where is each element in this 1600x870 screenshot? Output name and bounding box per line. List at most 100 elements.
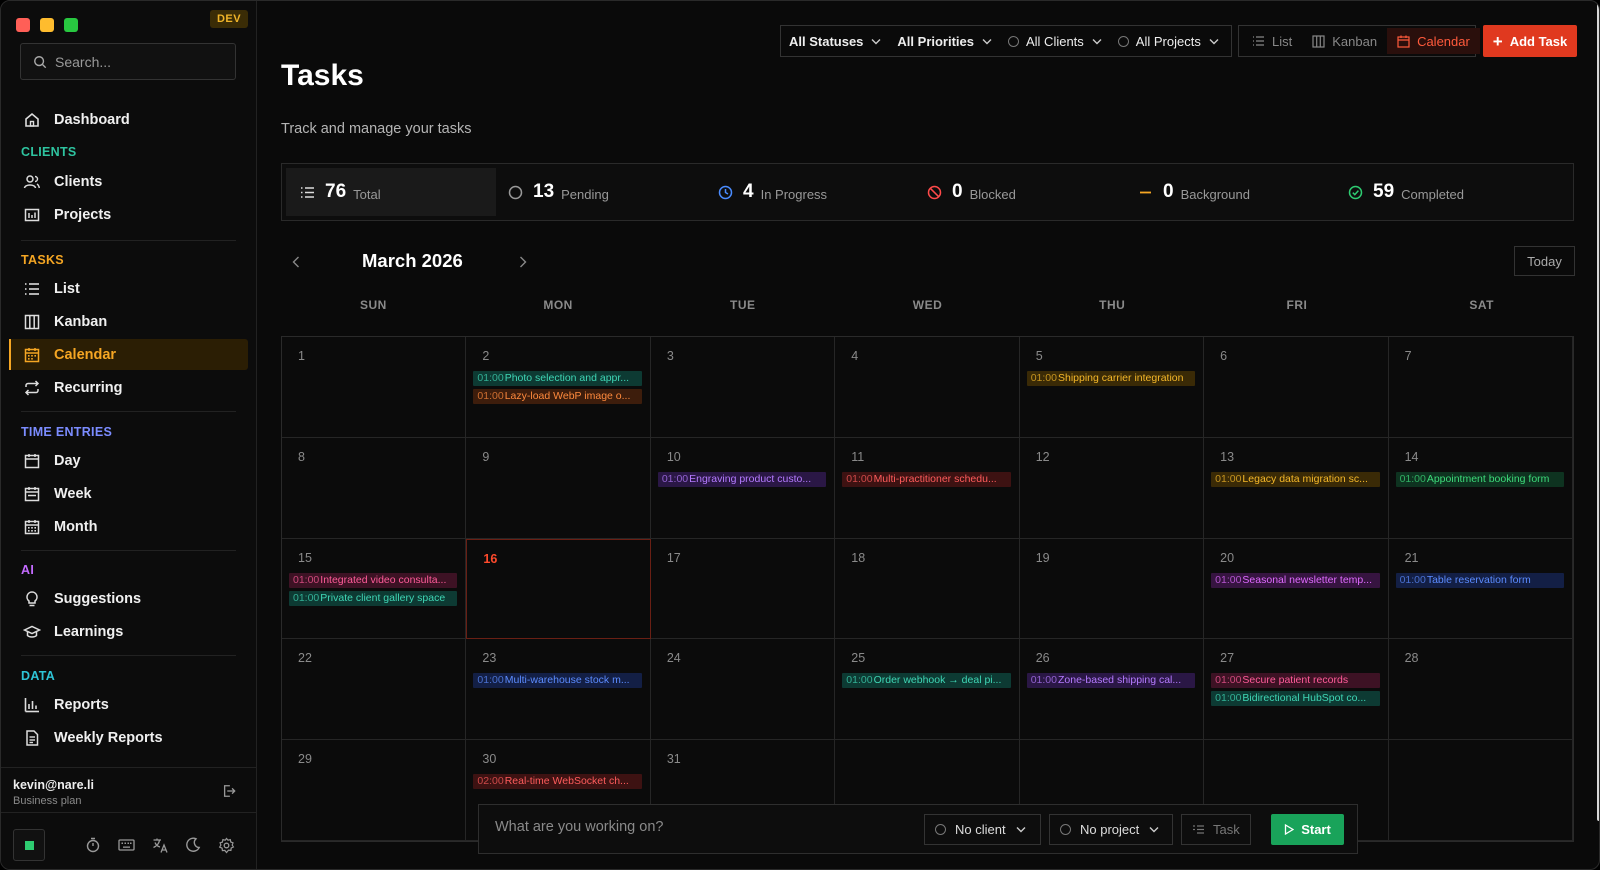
- task-select[interactable]: Task: [1181, 814, 1251, 845]
- close-window-button[interactable]: [16, 18, 30, 32]
- calendar-day-cell[interactable]: 24: [650, 639, 836, 741]
- calendar-day-cell[interactable]: 10 01:00Engraving product custo...: [650, 437, 836, 539]
- calendar-event[interactable]: 01:00Appointment booking form: [1395, 471, 1564, 487]
- translate-icon[interactable]: [151, 836, 169, 854]
- nav-calendar[interactable]: Calendar: [9, 339, 248, 370]
- calendar-event[interactable]: 01:00Lazy-load WebP image o...: [473, 389, 642, 404]
- maximize-window-button[interactable]: [64, 18, 78, 32]
- calendar-day-cell[interactable]: [1388, 740, 1573, 841]
- calendar-event[interactable]: 01:00Seasonal newsletter temp...: [1211, 572, 1380, 588]
- calendar-day-cell[interactable]: 26 01:00Zone-based shipping cal...: [1019, 639, 1205, 741]
- minimize-window-button[interactable]: [40, 18, 54, 32]
- stat-completed[interactable]: 59 Completed: [1348, 168, 1464, 216]
- client-select[interactable]: No client: [924, 814, 1041, 845]
- view-calendar-button[interactable]: Calendar: [1387, 28, 1480, 54]
- nav-projects[interactable]: Projects: [9, 199, 248, 230]
- event-title: Secure patient records: [1242, 674, 1349, 687]
- calendar-day-cell[interactable]: 5 01:00Shipping carrier integration: [1019, 337, 1205, 438]
- nav-list[interactable]: List: [9, 273, 248, 304]
- calendar-event[interactable]: 01:00Table reservation form: [1395, 572, 1564, 588]
- nav-reports[interactable]: Reports: [9, 689, 248, 720]
- calendar-icon: [1397, 35, 1410, 48]
- stat-total[interactable]: 76 Total: [286, 168, 496, 216]
- calendar-day-cell[interactable]: 3: [650, 337, 836, 438]
- calendar-day-cell[interactable]: 4: [835, 337, 1020, 438]
- day-number: 14: [1404, 449, 1419, 464]
- calendar-day-cell[interactable]: 27 01:00Secure patient records 01:00Bidire…: [1204, 639, 1389, 741]
- client-filter[interactable]: All Clients: [1000, 26, 1110, 56]
- calendar-day-cell[interactable]: 20 01:00Seasonal newsletter temp...: [1204, 538, 1389, 640]
- stat-pending[interactable]: 13 Pending: [508, 168, 609, 216]
- calendar-day-cell[interactable]: 16: [466, 538, 651, 640]
- calendar-day-cell[interactable]: 25 01:00Order webhook → deal pi...: [835, 639, 1020, 741]
- next-month-button[interactable]: [512, 251, 534, 273]
- calendar-day-cell[interactable]: 2 01:00Photo selection and appr... 01:00La…: [466, 337, 651, 438]
- start-timer-button[interactable]: Start: [1271, 814, 1344, 845]
- stat-background[interactable]: 0 Background: [1138, 168, 1250, 216]
- calendar-day-cell[interactable]: 13 01:00Legacy data migration sc...: [1204, 437, 1389, 539]
- calendar-event[interactable]: 01:00Shipping carrier integration: [1026, 371, 1196, 386]
- nav-dashboard[interactable]: Dashboard: [9, 104, 248, 135]
- calendar-event[interactable]: 01:00Photo selection and appr...: [473, 371, 642, 386]
- priority-filter[interactable]: All Priorities: [889, 26, 1000, 56]
- search-input[interactable]: [55, 53, 225, 70]
- calendar-event[interactable]: 01:00Order webhook → deal pi...: [842, 673, 1011, 689]
- app-window: DEV Dashboard CLIENTS Clients Projects T…: [0, 0, 1600, 870]
- calendar-day-cell[interactable]: 23 01:00Multi-warehouse stock m...: [466, 639, 651, 741]
- calendar-day-cell[interactable]: 28: [1388, 639, 1573, 741]
- divider: [21, 655, 236, 656]
- project-select[interactable]: No project: [1049, 814, 1173, 845]
- logout-icon[interactable]: [222, 784, 236, 803]
- gear-icon[interactable]: [217, 836, 235, 854]
- calendar-event[interactable]: 01:00Secure patient records: [1211, 673, 1380, 689]
- stat-in-progress[interactable]: 4 In Progress: [718, 168, 827, 216]
- calendar-day-cell[interactable]: 17: [650, 538, 836, 640]
- keyboard-icon[interactable]: [117, 836, 135, 854]
- calendar-event[interactable]: 01:00Legacy data migration sc...: [1211, 471, 1380, 487]
- calendar-day-cell[interactable]: 9: [466, 437, 651, 539]
- calendar-event[interactable]: 01:00Bidirectional HubSpot co...: [1211, 691, 1380, 707]
- today-button[interactable]: Today: [1514, 246, 1575, 276]
- nav-clients[interactable]: Clients: [9, 166, 248, 197]
- calendar-day-cell[interactable]: 21 01:00Table reservation form: [1388, 538, 1573, 640]
- calendar-event[interactable]: 01:00Multi-warehouse stock m...: [473, 673, 642, 689]
- calendar-day-cell[interactable]: 6: [1204, 337, 1389, 438]
- view-list-button[interactable]: List: [1242, 28, 1302, 54]
- calendar-day-cell[interactable]: 12: [1019, 437, 1205, 539]
- calendar-event[interactable]: 02:00Real-time WebSocket ch...: [473, 774, 642, 790]
- calendar-day-cell[interactable]: 15 01:00Integrated video consulta... 01:00…: [282, 538, 467, 640]
- calendar-event[interactable]: 01:00Private client gallery space: [289, 590, 458, 606]
- calendar-event[interactable]: 01:00Engraving product custo...: [657, 471, 827, 487]
- nav-learnings[interactable]: Learnings: [9, 616, 248, 647]
- moon-icon[interactable]: [184, 836, 202, 854]
- timer-icon[interactable]: [84, 836, 102, 854]
- calendar-day-cell[interactable]: 1: [282, 337, 467, 438]
- nav-recurring[interactable]: Recurring: [9, 372, 248, 403]
- search-box[interactable]: [20, 43, 236, 80]
- calendar-event[interactable]: 01:00Integrated video consulta...: [289, 572, 458, 588]
- calendar-event[interactable]: 01:00Zone-based shipping cal...: [1026, 673, 1196, 689]
- calendar-day-cell[interactable]: 8: [282, 437, 467, 539]
- nav-weekly-reports[interactable]: Weekly Reports: [9, 722, 248, 753]
- calendar-day-cell[interactable]: 11 01:00Multi-practitioner schedu...: [835, 437, 1020, 539]
- nav-month[interactable]: Month: [9, 511, 248, 542]
- calendar-day-cell[interactable]: 29: [282, 740, 467, 841]
- calendar-day-cell[interactable]: 7: [1388, 337, 1573, 438]
- prev-month-button[interactable]: [285, 251, 307, 273]
- calendar-day-cell[interactable]: 19: [1019, 538, 1205, 640]
- calendar-day-cell[interactable]: 14 01:00Appointment booking form: [1388, 437, 1573, 539]
- nav-kanban[interactable]: Kanban: [9, 306, 248, 337]
- task-description-input[interactable]: [495, 819, 915, 835]
- calendar-event[interactable]: 01:00Multi-practitioner schedu...: [842, 471, 1011, 487]
- status-filter[interactable]: All Statuses: [781, 26, 889, 56]
- nav-day[interactable]: Day: [9, 445, 248, 476]
- nav-week[interactable]: Week: [9, 478, 248, 509]
- project-filter[interactable]: All Projects: [1110, 26, 1227, 56]
- add-task-button[interactable]: + Add Task: [1483, 25, 1577, 57]
- view-kanban-button[interactable]: Kanban: [1302, 28, 1387, 54]
- nav-suggestions[interactable]: Suggestions: [9, 583, 248, 614]
- calendar-day-cell[interactable]: 22: [282, 639, 467, 741]
- status-button[interactable]: [13, 829, 45, 861]
- stat-blocked[interactable]: 0 Blocked: [927, 168, 1016, 216]
- calendar-day-cell[interactable]: 18: [835, 538, 1020, 640]
